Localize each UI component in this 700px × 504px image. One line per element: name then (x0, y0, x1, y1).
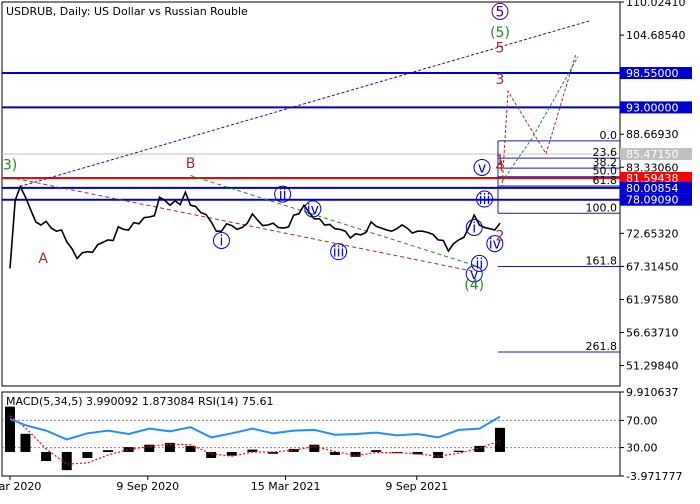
wave-label: ii (279, 187, 287, 203)
wave-label: 5 (496, 40, 505, 56)
x-tick-label: 15 Mar 2021 (251, 480, 321, 493)
fib-level-label: 61.8 (593, 174, 618, 187)
macd-bar (495, 427, 505, 452)
macd-bar (433, 451, 444, 459)
chart-svg: 0.023.638.250.061.8100.0161.8261.83)ABii… (0, 0, 692, 493)
level-badge-label: 78.09090 (626, 194, 679, 207)
wave-label: B (186, 156, 196, 172)
wave-label: 3) (3, 157, 17, 173)
wave-label: 2 (496, 229, 505, 245)
macd-bar (350, 451, 361, 457)
macd-bar (309, 444, 320, 452)
macd-bar (474, 445, 485, 452)
macd-bar (123, 447, 134, 452)
wave-label: iv (307, 202, 319, 218)
wave-label: ii (475, 256, 483, 272)
macd-bar (20, 433, 31, 452)
macd-bar (103, 450, 113, 452)
main-plot-frame (1, 1, 621, 387)
macd-bar (144, 444, 155, 452)
x-tick-label: 6 Mar 2020 (0, 480, 41, 493)
fib-level-label: 161.8 (586, 255, 618, 268)
sub-y-tick-label: 70.00 (626, 414, 658, 427)
y-tick-label: 72.65320 (626, 227, 679, 240)
future-green-path (501, 56, 579, 182)
macd-bar (371, 450, 382, 452)
chart-root: 0.0 23.6 38.2 50.0 61.8 100.0 161.8 261.8 3) A Bi i… (0, 0, 700, 500)
wave-label: i (472, 221, 476, 237)
wave-label: iii (479, 192, 491, 208)
chart-title: USDRUB, Daily: US Dollar vs Russian Roub… (6, 5, 248, 18)
wave-label: (5) (490, 25, 510, 41)
wave-label: 3 (496, 72, 505, 88)
x-tick-label: 9 Sep 2020 (116, 480, 179, 493)
wave-label: v (478, 160, 486, 176)
macd-bar (61, 451, 72, 471)
level-badge-label: 93.00000 (626, 101, 679, 114)
macd-bar (41, 451, 52, 462)
level-badge-label: 98.55000 (626, 67, 679, 80)
y-tick-label: 56.63710 (626, 327, 679, 340)
macd-bar (82, 451, 93, 459)
fib-level-label: 261.8 (586, 340, 618, 353)
sub-y-tick-label: -3.971777 (626, 470, 682, 483)
wave-label: (4) (464, 277, 484, 293)
y-tick-label: 51.29840 (626, 360, 679, 373)
x-tick-label: 9 Sep 2021 (385, 480, 448, 493)
wave-label: iii (333, 245, 345, 261)
level-badge-label: 85.47150 (626, 148, 679, 161)
wave-label: 4 (496, 159, 505, 175)
sub-y-tick-label: 9.910637 (626, 386, 679, 399)
y-tick-label: 61.97580 (626, 293, 679, 306)
macd-bar (288, 448, 299, 452)
y-tick-label: 67.31450 (626, 260, 679, 273)
y-tick-label: 110.02410 (626, 0, 686, 9)
wave-label: A (38, 251, 48, 267)
wave-label: 5 (496, 4, 505, 20)
fib-level-label: 100.0 (586, 201, 618, 214)
y-tick-label: 88.66930 (626, 128, 679, 141)
sub-chart-title: MACD(5,34,5) 3.990092 1.873084 RSI(14) 7… (6, 395, 273, 408)
wave-label: i (220, 234, 224, 250)
fib-level-label: 0.0 (600, 129, 618, 142)
sub-y-tick-label: 30.00 (626, 442, 658, 455)
macd-bar (5, 406, 15, 452)
y-tick-label: 104.68540 (626, 29, 686, 42)
